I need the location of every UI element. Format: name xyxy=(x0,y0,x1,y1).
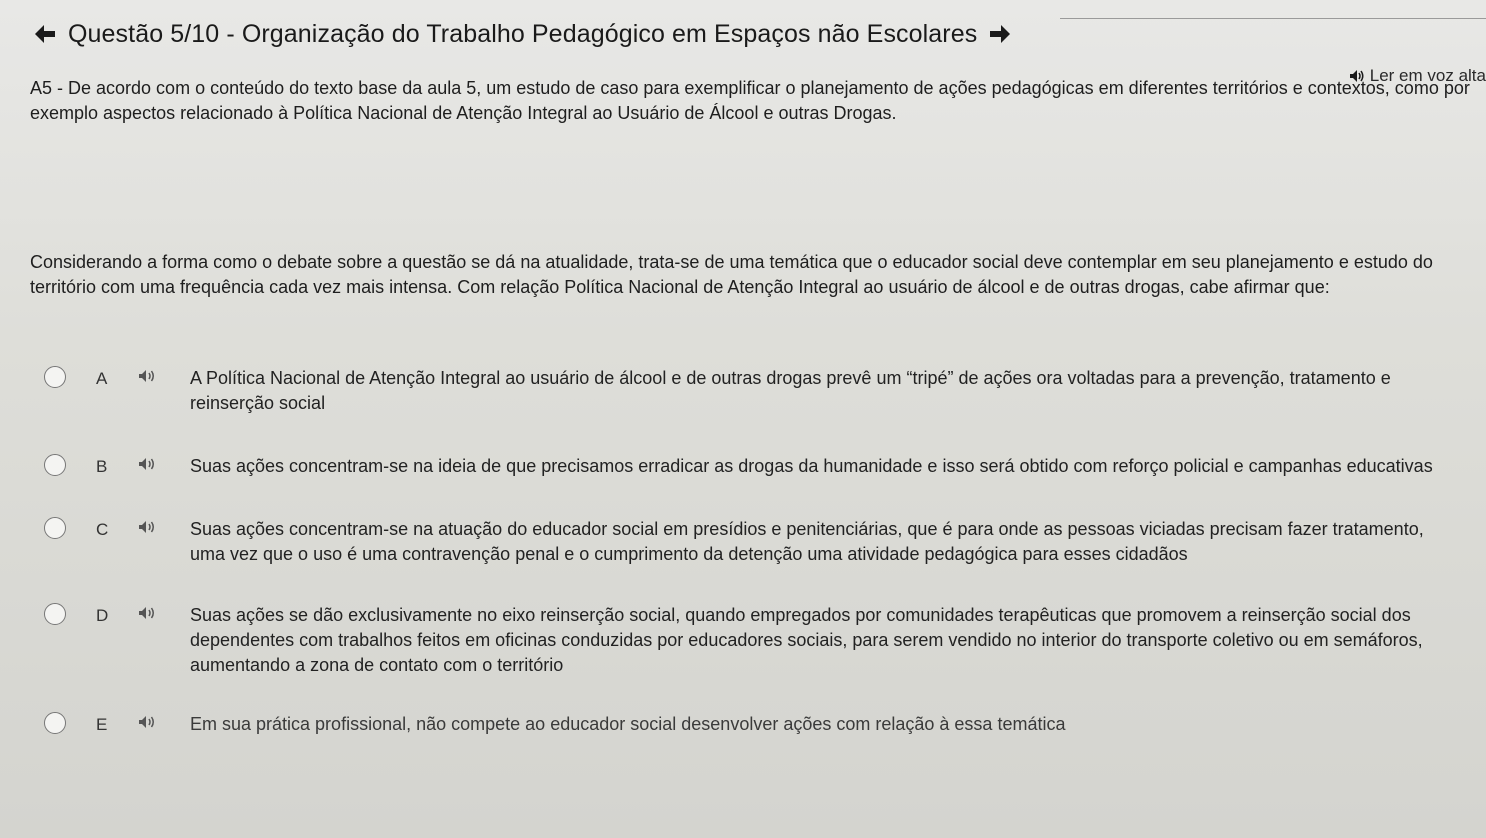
option-letter: D xyxy=(96,606,109,625)
next-question-button[interactable] xyxy=(985,19,1015,49)
speaker-icon[interactable] xyxy=(138,457,162,476)
option-text: Suas ações concentram-se na atuação do e… xyxy=(190,519,1424,564)
option-text: Em sua prática profissional, não compete… xyxy=(190,714,1066,734)
speaker-icon[interactable] xyxy=(138,369,162,388)
option-e-radio[interactable] xyxy=(44,712,66,734)
option-text: Suas ações se dão exclusivamente no eixo… xyxy=(190,605,1423,675)
question-intro: A5 - De acordo com o conteúdo do texto b… xyxy=(30,78,1470,123)
speaker-icon[interactable] xyxy=(138,606,162,625)
question-stem: Considerando a forma como o debate sobre… xyxy=(30,252,1433,297)
arrow-right-icon xyxy=(990,25,1011,43)
option-d-radio[interactable] xyxy=(44,603,66,625)
option-letter: B xyxy=(96,457,108,476)
option-text: A Política Nacional de Atenção Integral … xyxy=(190,368,1391,413)
option-e[interactable]: E Em sua prática profissional, não compe… xyxy=(40,712,1470,737)
option-a-radio[interactable] xyxy=(44,366,66,388)
header-divider xyxy=(1060,18,1486,19)
option-letter: A xyxy=(96,369,108,388)
option-c[interactable]: C Suas ações concentram-se na atuação do… xyxy=(40,517,1470,567)
question-header: Questão 5/10 - Organização do Trabalho P… xyxy=(30,14,1470,54)
option-letter: C xyxy=(96,520,109,539)
speaker-icon[interactable] xyxy=(138,520,162,539)
arrow-left-icon xyxy=(35,25,55,43)
answer-options: A A Política Nacional de Atenção Integra… xyxy=(40,366,1470,737)
option-letter: E xyxy=(96,715,108,734)
speaker-icon[interactable] xyxy=(138,715,162,734)
option-text: Suas ações concentram-se na ideia de que… xyxy=(190,456,1433,476)
previous-question-button[interactable] xyxy=(30,19,60,49)
option-b-radio[interactable] xyxy=(44,454,66,476)
option-a[interactable]: A A Política Nacional de Atenção Integra… xyxy=(40,366,1470,416)
option-c-radio[interactable] xyxy=(44,517,66,539)
page-title: Questão 5/10 - Organização do Trabalho P… xyxy=(68,19,978,48)
option-d[interactable]: D Suas ações se dão exclusivamente no ei… xyxy=(40,603,1470,678)
option-b[interactable]: B Suas ações concentram-se na ideia de q… xyxy=(40,454,1470,479)
